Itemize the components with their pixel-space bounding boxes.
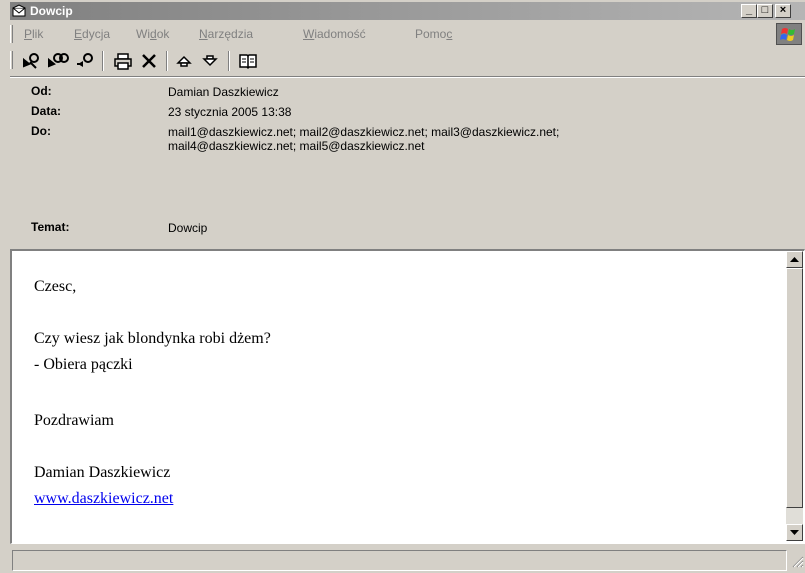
windows-logo-icon — [776, 23, 802, 45]
forward-button[interactable] — [74, 51, 98, 71]
address-book-button[interactable] — [236, 51, 260, 71]
scroll-up-button[interactable] — [786, 251, 803, 268]
toolbar-separator — [228, 51, 230, 71]
scroll-thumb[interactable] — [786, 268, 803, 508]
status-cell — [12, 550, 787, 571]
email-window: Dowcip _ □ × Plik Edycja Widok Narzędzia… — [0, 0, 805, 573]
message-closing: Pozdrawiam — [34, 412, 114, 429]
toolbar-grip[interactable] — [10, 51, 13, 69]
previous-button[interactable] — [172, 51, 196, 71]
reply-all-button[interactable] — [46, 51, 72, 71]
menu-item-widok[interactable]: Widok — [136, 27, 169, 41]
to-value-line-1: mail1@daszkiewicz.net; mail2@daszkiewicz… — [168, 125, 560, 139]
menu-item-pomoc[interactable]: Pomoc — [415, 27, 452, 41]
message-line-2: - Obiera pączki — [34, 356, 133, 373]
envelope-icon — [12, 4, 26, 17]
subject-label: Temat: — [31, 220, 70, 234]
reply-button[interactable] — [20, 51, 44, 71]
forward-icon — [77, 53, 93, 67]
arrow-up-icon — [790, 257, 799, 262]
maximize-button[interactable]: □ — [757, 4, 773, 18]
next-button[interactable] — [198, 51, 222, 71]
message-body[interactable]: Czesc, Czy wiesz jak blondynka robi dżem… — [10, 249, 805, 544]
menu-item-wiadomosc[interactable]: Wiadomość — [303, 27, 366, 41]
delete-icon — [142, 54, 156, 68]
website-link[interactable]: www.daszkiewicz.net — [34, 489, 173, 509]
delete-button[interactable] — [138, 51, 160, 71]
menu-item-edycja[interactable]: Edycja — [74, 27, 110, 41]
maximize-icon: □ — [761, 4, 769, 16]
date-value: 23 stycznia 2005 13:38 — [168, 105, 292, 119]
to-value-line-2: mail4@daszkiewicz.net; mail5@daszkiewicz… — [168, 139, 425, 153]
next-icon — [202, 55, 218, 67]
print-button[interactable] — [110, 51, 136, 71]
menu-grip[interactable] — [10, 25, 13, 43]
menu-item-narzedzia[interactable]: Narzędzia — [199, 27, 253, 41]
close-icon: × — [779, 4, 787, 16]
subject-value: Dowcip — [168, 221, 208, 235]
address-book-icon — [239, 54, 257, 70]
to-label: Do: — [31, 124, 51, 138]
close-button[interactable]: × — [775, 4, 791, 18]
from-label: Od: — [31, 84, 52, 98]
minimize-button[interactable]: _ — [741, 4, 757, 18]
toolbar-separator — [102, 51, 104, 71]
previous-icon — [176, 55, 192, 67]
toolbar-separator — [166, 51, 168, 71]
status-bar — [10, 548, 805, 571]
message-line-1: Czy wiesz jak blondynka robi dżem? — [34, 330, 271, 347]
toolbar-divider — [10, 76, 805, 78]
toolbar — [10, 48, 805, 74]
message-signature: Damian Daszkiewicz — [34, 464, 171, 481]
scroll-down-button[interactable] — [786, 524, 803, 541]
menu-bar: Plik Edycja Widok Narzędzia Wiadomość Po… — [10, 22, 805, 46]
from-value: Damian Daszkiewicz — [168, 85, 279, 99]
message-greeting: Czesc, — [34, 278, 77, 295]
arrow-down-icon — [790, 530, 799, 535]
title-bar[interactable]: Dowcip _ □ × — [10, 2, 805, 20]
minimize-icon: _ — [745, 4, 753, 16]
window-title: Dowcip — [30, 4, 73, 18]
menu-item-plik[interactable]: Plik — [24, 27, 43, 41]
date-label: Data: — [31, 104, 62, 118]
reply-all-icon — [48, 53, 69, 68]
reply-icon — [23, 53, 39, 69]
vertical-scrollbar[interactable] — [786, 251, 803, 541]
print-icon — [114, 53, 132, 70]
resize-grip-icon[interactable] — [790, 554, 804, 568]
